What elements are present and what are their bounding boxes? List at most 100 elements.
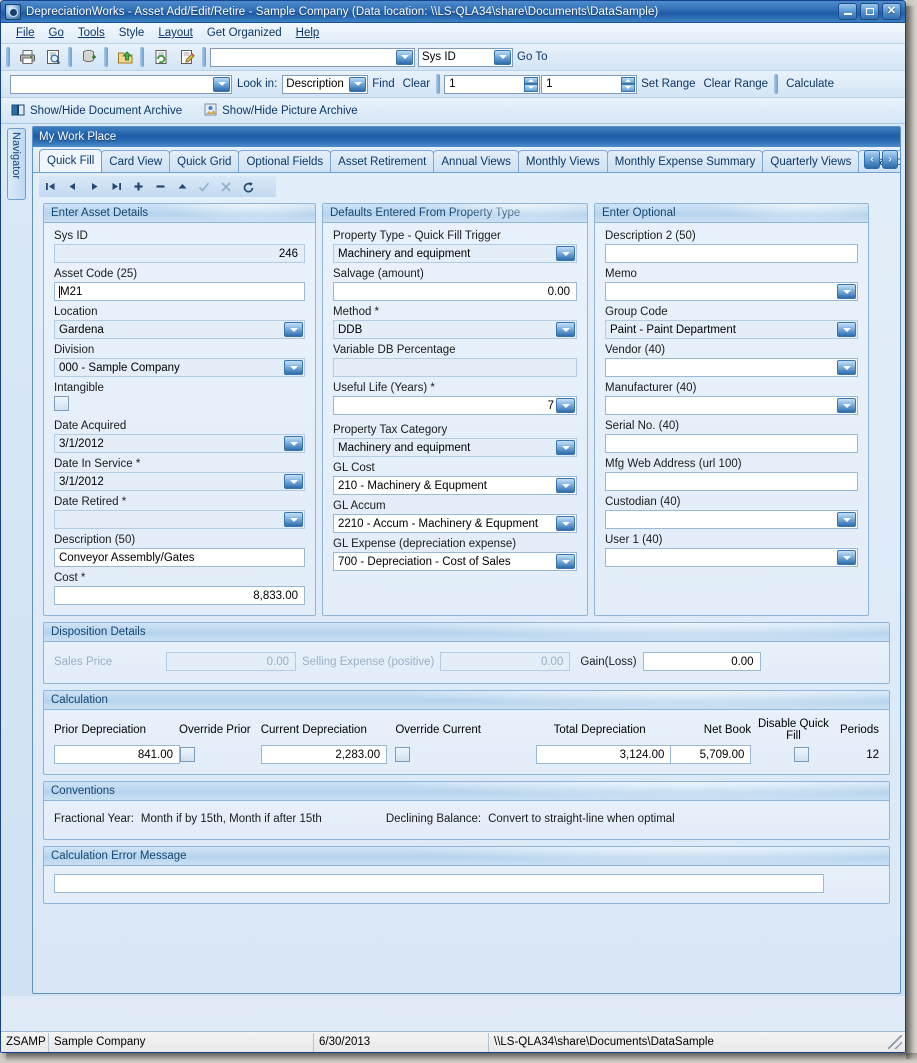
division-combo[interactable]: 000 - Sample Company <box>54 358 305 377</box>
gl-accum-combo[interactable]: 2210 - Accum - Machinery & Equpment <box>333 514 577 533</box>
show-hide-picture-archive-button[interactable]: Show/Hide Picture Archive <box>200 101 366 121</box>
tab-monthly-views[interactable]: Monthly Views <box>518 150 608 172</box>
chevron-down-icon[interactable] <box>837 284 856 299</box>
look-in-combo[interactable]: Description <box>282 75 368 94</box>
chevron-down-icon[interactable] <box>556 516 575 531</box>
tab-card-view[interactable]: Card View <box>101 150 170 172</box>
resize-grip-icon[interactable] <box>888 1035 902 1049</box>
chevron-down-icon[interactable] <box>556 478 575 493</box>
tab-annual-views[interactable]: Annual Views <box>433 150 518 172</box>
chevron-down-icon[interactable] <box>837 512 856 527</box>
edit-record-icon[interactable] <box>171 177 193 196</box>
search-input[interactable] <box>10 75 232 94</box>
description-2-input[interactable] <box>605 244 858 263</box>
navigator-panel-tab[interactable]: Navigator <box>7 128 26 200</box>
chevron-down-icon[interactable] <box>556 398 575 413</box>
chevron-down-icon[interactable] <box>556 246 575 261</box>
minimize-button[interactable] <box>838 3 857 20</box>
mfg-web-address-input[interactable] <box>605 472 858 491</box>
chevron-down-icon[interactable] <box>213 77 230 92</box>
property-type-combo[interactable]: Machinery and equipment <box>333 244 577 263</box>
tab-monthly-expense-summary[interactable]: Monthly Expense Summary <box>607 150 764 172</box>
calendar-chevron-icon[interactable] <box>284 436 303 451</box>
menu-get-organized[interactable]: Get Organized <box>200 25 289 41</box>
serial-no-input[interactable] <box>605 434 858 453</box>
user-1-combo[interactable] <box>605 548 858 567</box>
maximize-button[interactable] <box>860 3 879 20</box>
current-depreciation-input[interactable]: 2,283.00 <box>261 745 387 764</box>
refresh-page-icon[interactable] <box>149 46 173 68</box>
post-edit-icon[interactable] <box>193 177 215 196</box>
chevron-down-icon[interactable] <box>284 360 303 375</box>
print-icon[interactable] <box>15 46 39 68</box>
goto-search-combo[interactable] <box>210 48 415 67</box>
tab-optional-fields[interactable]: Optional Fields <box>238 150 331 172</box>
delete-record-icon[interactable] <box>77 46 101 68</box>
chevron-down-icon[interactable] <box>837 322 856 337</box>
tab-quick-grid[interactable]: Quick Grid <box>169 150 239 172</box>
manufacturer-combo[interactable] <box>605 396 858 415</box>
date-in-service-input[interactable]: 3/1/2012 <box>54 472 305 491</box>
chevron-down-icon[interactable] <box>837 550 856 565</box>
last-record-icon[interactable] <box>105 177 127 196</box>
tab-asset-retirement[interactable]: Asset Retirement <box>330 150 434 172</box>
menu-file[interactable]: File <box>9 25 42 41</box>
show-hide-document-archive-button[interactable]: Show/Hide Document Archive <box>7 101 190 121</box>
toolbar-grip-5[interactable] <box>202 47 206 67</box>
tab-scroll-prev-button[interactable]: ‹ <box>864 150 880 169</box>
tab-scroll-next-button[interactable]: › <box>882 150 898 169</box>
tab-quick-fill[interactable]: Quick Fill <box>39 149 102 172</box>
chevron-down-icon[interactable] <box>556 322 575 337</box>
chevron-down-icon[interactable] <box>556 554 575 569</box>
toolbar-grip-2[interactable] <box>68 47 72 67</box>
date-retired-input[interactable] <box>54 510 305 529</box>
export-folder-icon[interactable] <box>113 46 137 68</box>
override-current-checkbox[interactable] <box>395 747 410 762</box>
print-preview-icon[interactable] <box>41 46 65 68</box>
menu-help[interactable]: Help <box>289 25 327 41</box>
override-prior-checkbox[interactable] <box>180 747 195 762</box>
chevron-down-icon[interactable] <box>837 360 856 375</box>
gl-cost-combo[interactable]: 210 - Machinery & Equpment <box>333 476 577 495</box>
set-range-button[interactable]: Set Range <box>637 78 699 90</box>
edit-page-icon[interactable] <box>175 46 199 68</box>
toolbar-grip-6[interactable] <box>436 74 440 94</box>
salvage-input[interactable]: 0.00 <box>333 282 577 301</box>
chevron-down-icon[interactable] <box>396 50 413 65</box>
toolbar-grip-7[interactable] <box>774 74 778 94</box>
cost-input[interactable]: 8,833.00 <box>54 586 305 605</box>
go-to-button[interactable]: Go To <box>513 51 551 63</box>
intangible-checkbox[interactable] <box>54 396 69 411</box>
method-combo[interactable]: DDB <box>333 320 577 339</box>
chevron-down-icon[interactable] <box>284 322 303 337</box>
memo-combo[interactable] <box>605 282 858 301</box>
toolbar-grip-3[interactable] <box>104 47 108 67</box>
asset-code-input[interactable]: M21 <box>54 282 305 301</box>
clear-range-button[interactable]: Clear Range <box>700 78 773 90</box>
gl-expense-combo[interactable]: 700 - Depreciation - Cost of Sales <box>333 552 577 571</box>
group-code-combo[interactable]: Paint - Paint Department <box>605 320 858 339</box>
description-input[interactable]: Conveyor Assembly/Gates <box>54 548 305 567</box>
chevron-down-icon[interactable] <box>494 50 511 65</box>
find-button[interactable]: Find <box>368 78 398 90</box>
calendar-chevron-icon[interactable] <box>284 474 303 489</box>
refresh-record-icon[interactable] <box>237 177 259 196</box>
menu-go[interactable]: Go <box>42 25 71 41</box>
date-acquired-input[interactable]: 3/1/2012 <box>54 434 305 453</box>
calculate-button[interactable]: Calculate <box>782 78 838 90</box>
toolbar-grip[interactable] <box>6 47 10 67</box>
property-tax-category-combo[interactable]: Machinery and equipment <box>333 438 577 457</box>
delete-record-icon[interactable] <box>149 177 171 196</box>
menu-style[interactable]: Style <box>112 25 152 41</box>
add-record-icon[interactable] <box>127 177 149 196</box>
gain-loss-input[interactable]: 0.00 <box>643 652 761 671</box>
range-from-stepper[interactable]: 1 <box>444 75 540 94</box>
calendar-chevron-icon[interactable] <box>284 512 303 527</box>
range-to-spin[interactable] <box>621 77 635 92</box>
clear-button[interactable]: Clear <box>399 78 434 90</box>
prev-record-icon[interactable] <box>61 177 83 196</box>
vendor-combo[interactable] <box>605 358 858 377</box>
menu-layout[interactable]: Layout <box>151 25 200 41</box>
useful-life-combo[interactable]: 7 <box>333 396 577 415</box>
next-record-icon[interactable] <box>83 177 105 196</box>
